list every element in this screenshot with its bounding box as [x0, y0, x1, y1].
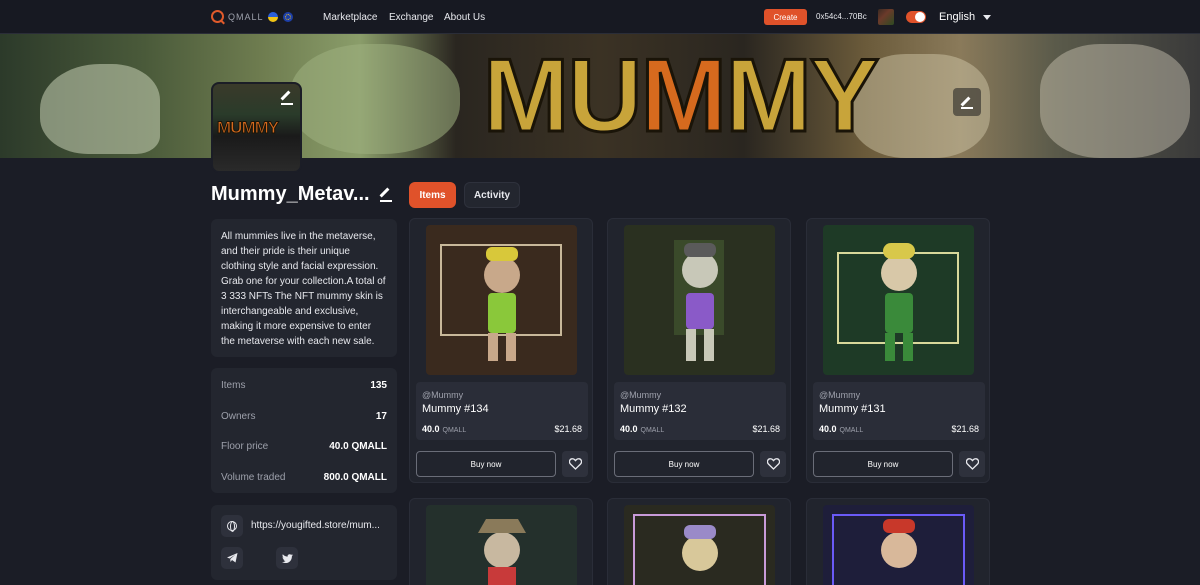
nft-creator[interactable]: @Mummy: [422, 390, 463, 400]
nft-creator[interactable]: @Mummy: [819, 390, 860, 400]
top-navbar: QMALL Marketplace Exchange About Us Crea…: [0, 0, 1200, 34]
buy-now-button[interactable]: Buy now: [416, 451, 556, 477]
like-button[interactable]: [760, 451, 786, 477]
edit-name-pencil-icon[interactable]: [380, 187, 394, 202]
twitter-icon[interactable]: [276, 547, 298, 569]
buy-now-button[interactable]: Buy now: [614, 451, 754, 477]
nav-link-exchange[interactable]: Exchange: [389, 12, 433, 23]
qmall-logo[interactable]: QMALL: [211, 10, 264, 23]
nft-usd-price: $21.68: [951, 424, 979, 434]
heart-icon: [766, 458, 780, 470]
price-row: 40.0 QMALL $21.68: [620, 424, 780, 434]
nft-card[interactable]: @Mummy Mummy #134 40.0 QMALL $21.68 Buy n…: [409, 218, 593, 483]
wallet-address[interactable]: 0x54c4...70Bc: [816, 12, 867, 21]
stat-row-items: Items 135: [221, 380, 387, 391]
heart-icon: [965, 458, 979, 470]
globe-icon[interactable]: [221, 515, 243, 537]
nft-name[interactable]: Mummy #134: [422, 403, 489, 415]
qmall-logo-icon: [211, 10, 224, 23]
nft-currency: QMALL: [839, 427, 864, 434]
telegram-icon[interactable]: [221, 547, 243, 569]
language-selector[interactable]: English: [939, 11, 992, 23]
nft-usd-price: $21.68: [554, 424, 582, 434]
stat-row-floor-price: Floor price 40.0 QMALL: [221, 441, 387, 452]
create-button[interactable]: Create: [764, 9, 807, 25]
nft-image[interactable]: [426, 505, 577, 585]
nft-image[interactable]: [426, 225, 577, 375]
nft-info: @Mummy Mummy #131 40.0 QMALL $21.68: [813, 382, 985, 440]
tab-items[interactable]: Items: [409, 182, 456, 208]
collection-description: All mummies live in the metaverse, and t…: [211, 219, 397, 357]
tab-activity[interactable]: Activity: [464, 182, 520, 208]
like-button[interactable]: [959, 451, 985, 477]
user-avatar[interactable]: [878, 9, 894, 25]
nft-image[interactable]: [624, 505, 775, 585]
price-row: 40.0 QMALL $21.68: [819, 424, 979, 434]
collection-banner: MU M MY: [0, 34, 1200, 158]
nft-currency: QMALL: [640, 427, 665, 434]
nft-image[interactable]: [823, 225, 974, 375]
banner-character-right: [1040, 44, 1190, 158]
nft-name[interactable]: Mummy #131: [819, 403, 886, 415]
avatar-logo-text: MUMMY: [216, 118, 279, 138]
ukraine-flag-icon: [268, 12, 278, 22]
nft-card[interactable]: [607, 498, 791, 585]
collection-links: https://yougifted.store/mum...: [211, 505, 397, 580]
like-button[interactable]: [562, 451, 588, 477]
nft-card[interactable]: @Mummy Mummy #132 40.0 QMALL $21.68 Buy n…: [607, 218, 791, 483]
pencil-icon: [961, 96, 973, 109]
nft-image[interactable]: [823, 505, 974, 585]
buy-now-button[interactable]: Buy now: [813, 451, 953, 477]
language-label: English: [939, 11, 976, 23]
collection-name: Mummy_Metav...: [211, 183, 370, 205]
stat-row-volume-traded: Volume traded 800.0 QMALL: [221, 472, 387, 483]
stat-row-owners: Owners 17: [221, 411, 387, 422]
nft-info: @Mummy Mummy #134 40.0 QMALL $21.68: [416, 382, 588, 440]
edit-avatar-pencil-icon[interactable]: [281, 90, 295, 105]
collection-stats: Items 135 Owners 17 Floor price 40.0 QMA…: [211, 368, 397, 493]
nav-link-marketplace[interactable]: Marketplace: [323, 12, 377, 23]
banner-logo-text: MU M MY: [481, 36, 880, 155]
banner-character-left: [40, 64, 160, 154]
nft-info: @Mummy Mummy #132 40.0 QMALL $21.68: [614, 382, 786, 440]
edit-banner-button[interactable]: [953, 88, 981, 116]
price-row: 40.0 QMALL $21.68: [422, 424, 582, 434]
nft-currency: QMALL: [442, 427, 467, 434]
theme-toggle[interactable]: [906, 11, 926, 23]
nft-usd-price: $21.68: [752, 424, 780, 434]
heart-icon: [568, 458, 582, 470]
nft-price: 40.0: [422, 424, 440, 434]
nft-image[interactable]: [624, 225, 775, 375]
nft-card[interactable]: [409, 498, 593, 585]
website-link[interactable]: https://yougifted.store/mum...: [251, 520, 380, 531]
nft-card[interactable]: @Mummy Mummy #131 40.0 QMALL $21.68 Buy n…: [806, 218, 990, 483]
nft-price: 40.0: [620, 424, 638, 434]
nft-creator[interactable]: @Mummy: [620, 390, 661, 400]
chevron-down-icon: [983, 14, 992, 20]
eu-flag-icon: [283, 12, 293, 22]
banner-character-center-left: [290, 44, 460, 154]
logo-text: QMALL: [228, 11, 264, 22]
nav-link-about-us[interactable]: About Us: [444, 12, 485, 23]
nft-name[interactable]: Mummy #132: [620, 403, 687, 415]
nft-price: 40.0: [819, 424, 837, 434]
nft-card[interactable]: [806, 498, 990, 585]
